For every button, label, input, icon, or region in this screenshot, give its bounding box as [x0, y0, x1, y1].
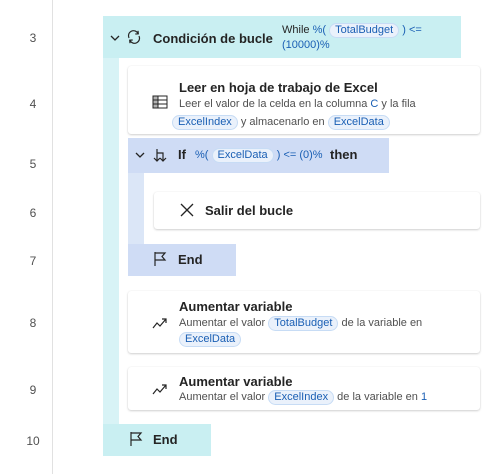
literal-value: C	[370, 98, 379, 110]
loop-condition-open: %(	[312, 24, 327, 36]
description-text: y la fila	[381, 98, 416, 110]
action-title: Leer en hoja de trabajo de Excel	[179, 80, 378, 95]
action-title: Aumentar variable	[179, 299, 293, 314]
description-text: Aumentar el valor	[179, 317, 266, 329]
if-branch-icon	[153, 149, 167, 162]
if-condition-header[interactable]: If %( ExcelData ) <= (0)% then	[128, 138, 389, 173]
end-loop-block[interactable]: End	[103, 424, 211, 456]
if-condition-open: %(	[195, 149, 209, 161]
line-number: 6	[29, 206, 37, 220]
flag-icon	[130, 432, 143, 446]
loop-condition-value-line: (10000)%	[282, 39, 330, 51]
loop-title: Condición de bucle	[153, 31, 273, 46]
description-text: Aumentar el valor	[179, 391, 266, 403]
action-card-exit-loop[interactable]: Salir del bucle	[154, 192, 480, 229]
variable-token[interactable]: TotalBudget	[329, 23, 400, 38]
description-text: de la variable en	[341, 317, 423, 329]
flag-icon	[154, 252, 167, 266]
loop-condition-value: (10000)%	[282, 39, 330, 51]
description-text: Leer el valor de la celda en la columna	[179, 98, 368, 110]
line-number: 5	[29, 157, 37, 171]
loop-block-rail	[103, 58, 119, 426]
action-description: Leer el valor de la celda en la columna …	[179, 98, 416, 110]
end-label: End	[178, 252, 203, 267]
if-condition-operator: ) <= (0)%	[276, 149, 323, 161]
if-then-keyword: then	[330, 147, 358, 162]
description-text: de la variable en	[337, 391, 418, 403]
action-description: Aumentar el valor TotalBudget de la vari…	[179, 316, 422, 331]
action-description-line2: ExcelData	[179, 332, 242, 347]
action-card-increase-variable[interactable]: Aumentar variable Aumentar el valor Tota…	[128, 291, 480, 353]
variable-token[interactable]: ExcelIndex	[268, 390, 335, 405]
variable-token[interactable]: ExcelData	[211, 148, 274, 163]
end-label: End	[153, 432, 178, 447]
variable-token[interactable]: ExcelData	[327, 115, 390, 130]
close-icon	[180, 203, 194, 217]
line-number: 9	[29, 383, 37, 397]
loop-condition-header[interactable]: Condición de bucle While %( TotalBudget …	[103, 16, 461, 58]
excel-read-icon	[152, 95, 168, 109]
loop-icon	[127, 30, 141, 44]
action-description-line2: ExcelIndex y almacenarlo en ExcelData	[172, 115, 390, 130]
end-if-block[interactable]: End	[128, 244, 236, 276]
action-title: Salir del bucle	[205, 203, 294, 218]
trend-up-icon	[152, 318, 167, 329]
loop-condition: While %( TotalBudget ) <=	[282, 23, 422, 38]
chevron-down-icon[interactable]	[134, 149, 146, 161]
action-title: Aumentar variable	[179, 374, 293, 389]
line-number: 3	[29, 31, 37, 45]
loop-condition-keyword: While	[282, 24, 310, 36]
variable-token[interactable]: ExcelIndex	[172, 115, 238, 130]
line-number: 4	[29, 97, 37, 111]
line-number: 10	[26, 434, 40, 448]
variable-token[interactable]: TotalBudget	[268, 316, 339, 331]
action-card-read-excel[interactable]: Leer en hoja de trabajo de Excel Leer el…	[128, 66, 480, 134]
variable-token[interactable]: ExcelData	[179, 332, 242, 347]
line-number-gutter	[0, 0, 53, 474]
if-block-rail	[128, 173, 144, 245]
literal-value: 1	[420, 391, 428, 403]
action-card-increase-variable[interactable]: Aumentar variable Aumentar el valor Exce…	[128, 367, 480, 410]
line-number: 8	[29, 316, 37, 330]
trend-up-icon	[152, 384, 167, 395]
if-condition: %( ExcelData ) <= (0)%	[195, 148, 323, 163]
line-number: 7	[29, 254, 37, 268]
chevron-down-icon[interactable]	[109, 32, 121, 44]
loop-condition-operator: ) <=	[402, 24, 422, 36]
action-description: Aumentar el valor ExcelIndex de la varia…	[179, 390, 427, 405]
description-text: y almacenarlo en	[240, 116, 325, 128]
if-keyword: If	[178, 147, 186, 162]
